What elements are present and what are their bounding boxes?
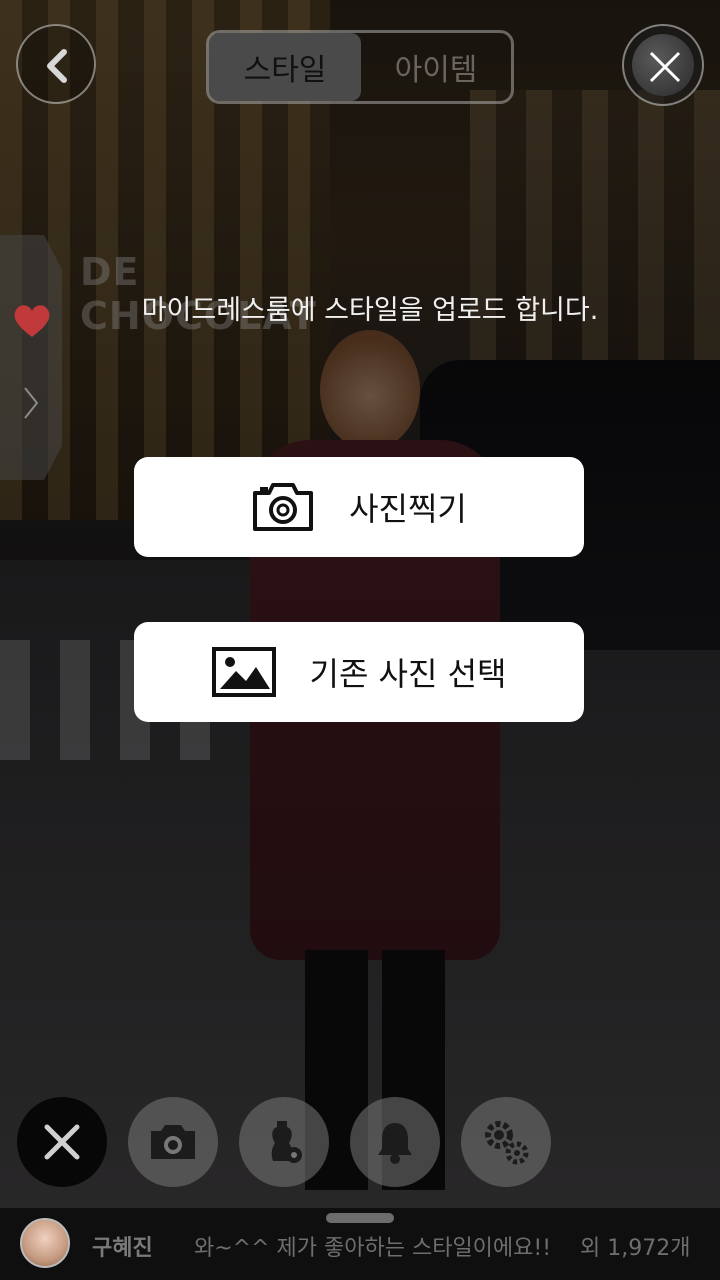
side-drawer-tab[interactable] (0, 235, 62, 480)
take-photo-button[interactable]: 사진찍기 (134, 457, 584, 557)
tab-item[interactable]: 아이템 (361, 33, 511, 101)
chevron-left-icon (47, 49, 67, 83)
bell-icon (378, 1123, 412, 1164)
chevron-right-icon[interactable] (22, 385, 40, 421)
camera-button[interactable] (128, 1097, 218, 1187)
upload-prompt: 마이드레스룸에 스타일을 업로드 합니다. (141, 295, 599, 326)
drag-handle[interactable] (326, 1213, 394, 1223)
close-button[interactable] (17, 1097, 107, 1187)
take-photo-label: 사진찍기 (349, 490, 467, 528)
settings-button[interactable] (461, 1097, 551, 1187)
dress-settings-button[interactable] (239, 1097, 329, 1187)
feed-username[interactable]: 구혜진 (92, 1230, 153, 1262)
notifications-button[interactable] (350, 1097, 440, 1187)
close-overlay-button[interactable] (622, 24, 704, 106)
camera-icon (151, 1125, 195, 1159)
tab-style[interactable]: 스타일 (209, 33, 361, 101)
camera-icon (253, 483, 314, 531)
close-icon (44, 1124, 80, 1160)
dress-settings-icon (271, 1121, 302, 1163)
avatar[interactable] (20, 1218, 70, 1268)
segment-control: 스타일 아이템 (206, 30, 514, 104)
image-icon (211, 647, 276, 697)
feed-count: 외 1,972개 (580, 1236, 691, 1261)
close-icon (649, 51, 681, 83)
choose-photo-label: 기존 사진 선택 (309, 655, 507, 693)
side-tab-shape (0, 235, 62, 480)
choose-existing-photo-button[interactable]: 기존 사진 선택 (134, 622, 584, 722)
gear-icon (485, 1121, 529, 1165)
back-button[interactable] (16, 24, 96, 104)
feed-message: 와~^^ 제가 좋아하는 스타일이에요!! (194, 1236, 552, 1261)
